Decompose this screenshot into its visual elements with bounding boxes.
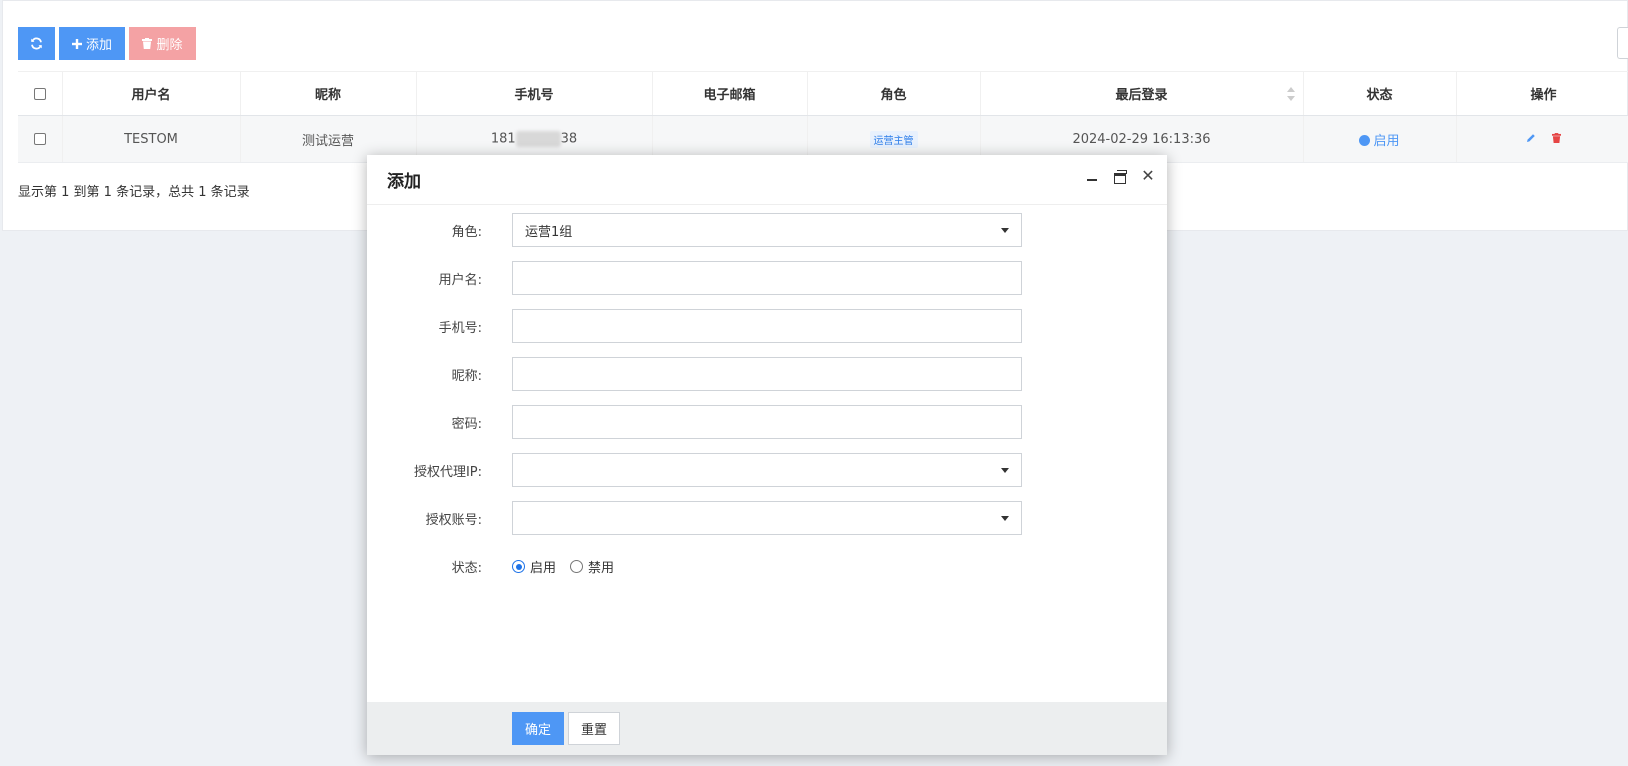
username-input[interactable] (512, 261, 1022, 295)
role-tag: 运营主管 (869, 130, 918, 148)
password-input[interactable] (512, 405, 1022, 439)
dialog-footer: 确定 重置 (367, 702, 1167, 755)
status-enabled-label: 启用 (530, 561, 557, 576)
nickname-label: 昵称: (451, 369, 482, 384)
form-row-role: 角色: 运营1组 (367, 213, 1167, 261)
role-select[interactable]: 运营1组 (512, 213, 1022, 247)
phone-label: 手机号: (438, 321, 482, 336)
role-select-value: 运营1组 (525, 224, 573, 240)
chevron-down-icon (1001, 516, 1009, 521)
account-label: 授权账号: (425, 513, 482, 528)
col-username[interactable]: 用户名 (62, 71, 241, 116)
refresh-button[interactable] (18, 27, 55, 60)
cell-username: TESTOM (62, 115, 241, 163)
add-user-dialog: 添加 ✕ 角色: 运营1组 用户名: 手机号: 昵称: 密码: 授权代理IP: … (367, 155, 1167, 755)
status-label: 状态: (451, 561, 482, 576)
account-select[interactable] (512, 501, 1022, 535)
phone-input[interactable] (512, 309, 1022, 343)
select-all-cell (18, 71, 63, 116)
form-row-proxy-ip: 授权代理IP: (367, 453, 1167, 501)
status-radio-group: 启用 禁用 (512, 557, 614, 576)
nickname-input[interactable] (512, 357, 1022, 391)
form-row-username: 用户名: (367, 261, 1167, 309)
delete-button[interactable]: 删除 (129, 27, 196, 60)
phone-redacted (515, 131, 561, 147)
reset-button[interactable]: 重置 (568, 712, 620, 745)
status-enabled-option[interactable]: 启用 (512, 557, 556, 576)
phone-prefix: 181 (490, 131, 516, 147)
password-label: 密码: (451, 417, 482, 432)
status-text[interactable]: 启用 (1373, 134, 1399, 149)
col-actions: 操作 (1456, 71, 1628, 116)
refresh-icon (31, 37, 42, 50)
add-user-form: 角色: 运营1组 用户名: 手机号: 昵称: 密码: 授权代理IP: 授权账号:… (367, 213, 1167, 597)
chevron-down-icon (1001, 468, 1009, 473)
username-label: 用户名: (438, 273, 482, 288)
toolbar: 添加 删除 (18, 27, 196, 60)
proxy-ip-select[interactable] (512, 453, 1022, 487)
user-table: 用户名 昵称 手机号 电子邮箱 角色 最后登录 状态 操作 TESTOM 测试运… (18, 71, 1628, 163)
col-email[interactable]: 电子邮箱 (652, 71, 808, 116)
form-row-account: 授权账号: (367, 501, 1167, 549)
col-role[interactable]: 角色 (807, 71, 981, 116)
status-disabled-radio[interactable] (570, 560, 584, 573)
dialog-header[interactable]: 添加 (367, 155, 1167, 205)
select-all-checkbox[interactable] (33, 87, 46, 100)
delete-row-icon[interactable] (1552, 132, 1562, 146)
table-header-row: 用户名 昵称 手机号 电子邮箱 角色 最后登录 状态 操作 (18, 71, 1628, 116)
col-nickname[interactable]: 昵称 (240, 71, 417, 116)
phone-suffix: 38 (560, 131, 578, 147)
search-box-edge[interactable] (1617, 27, 1628, 59)
delete-button-label: 删除 (156, 38, 183, 53)
proxy-ip-label: 授权代理IP: (413, 465, 482, 480)
status-dot-icon (1359, 134, 1371, 146)
form-row-phone: 手机号: (367, 309, 1167, 357)
form-row-password: 密码: (367, 405, 1167, 453)
form-row-nickname: 昵称: (367, 357, 1167, 405)
sort-icon[interactable] (1286, 87, 1295, 101)
pagination-info: 显示第 1 到第 1 条记录，总共 1 条记录 (18, 185, 250, 200)
role-label: 角色: (451, 225, 482, 240)
form-row-status: 状态: 启用 禁用 (367, 549, 1167, 597)
edit-icon[interactable] (1526, 132, 1536, 146)
minimize-icon[interactable] (1085, 169, 1099, 183)
cell-actions (1456, 115, 1628, 163)
dialog-controls: ✕ (1085, 168, 1155, 184)
plus-icon (71, 38, 82, 49)
dialog-title: 添加 (387, 172, 421, 192)
cell-status: 启用 (1303, 115, 1457, 163)
chevron-down-icon (1001, 228, 1009, 233)
status-disabled-label: 禁用 (588, 561, 615, 576)
col-last-login[interactable]: 最后登录 (980, 71, 1304, 116)
close-icon[interactable]: ✕ (1141, 168, 1155, 184)
col-status[interactable]: 状态 (1303, 71, 1457, 116)
add-button[interactable]: 添加 (59, 27, 125, 60)
col-last-login-label: 最后登录 (1115, 88, 1168, 103)
maximize-icon[interactable] (1113, 169, 1127, 184)
add-button-label: 添加 (85, 38, 112, 53)
status-disabled-option[interactable]: 禁用 (570, 557, 614, 576)
confirm-button[interactable]: 确定 (512, 712, 564, 745)
row-checkbox[interactable] (33, 133, 46, 145)
col-phone[interactable]: 手机号 (416, 71, 653, 116)
row-select-cell (18, 115, 63, 163)
trash-icon (142, 38, 153, 49)
status-enabled-radio[interactable] (512, 560, 525, 573)
